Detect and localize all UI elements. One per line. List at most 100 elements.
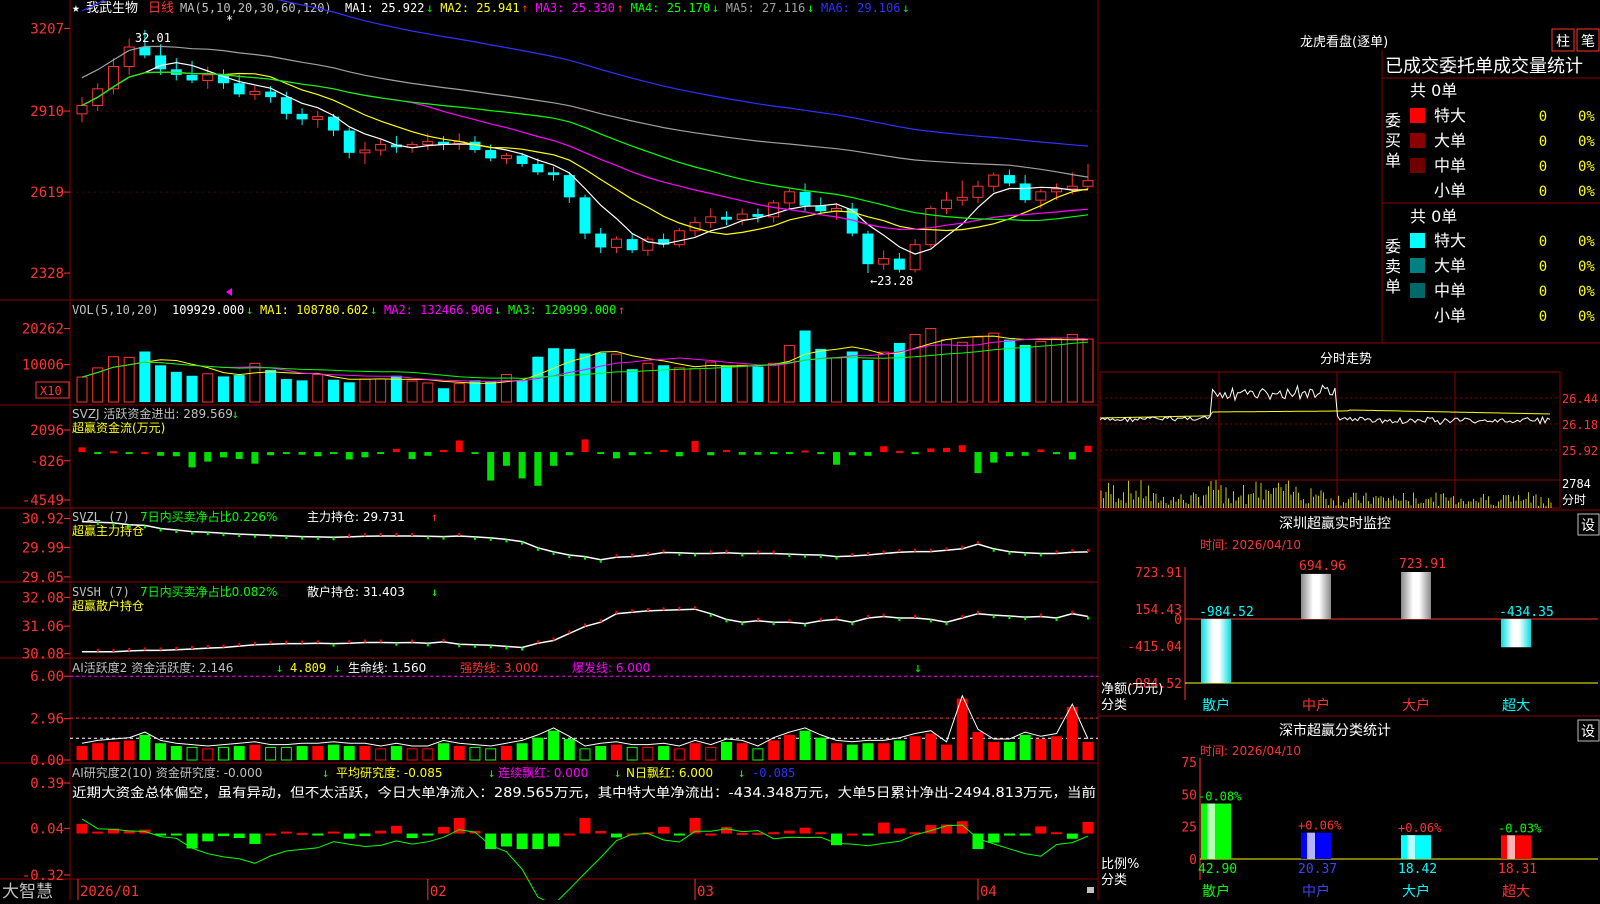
order-size-pct: 0%: [1578, 184, 1595, 200]
activity-bars: [70, 675, 1098, 761]
ma-legend-arrow: ↑: [521, 1, 528, 15]
fenshi-vol: 2784: [1562, 477, 1591, 491]
volume-bar: [595, 352, 607, 402]
y-tick-label: 2328: [30, 266, 64, 282]
fund-flow-bar: [219, 452, 227, 458]
candlesticks: [76, 30, 1094, 274]
svzj-axis: 2096 -826 -4549: [22, 423, 70, 509]
candle-body: [186, 74, 198, 81]
volume-bar: [925, 328, 937, 403]
y-tick-label: 20262: [22, 322, 64, 338]
ss-change: -0.08%: [1198, 790, 1242, 804]
ss-change: -0.03%: [1498, 821, 1542, 835]
activity-bar: [610, 744, 622, 760]
volume-bar: [265, 369, 277, 402]
volume-bar: [1082, 338, 1094, 403]
fund-flow-bar: [1084, 445, 1092, 453]
activity-bar: [92, 743, 104, 760]
candle-body: [595, 233, 607, 248]
vol-legend-arrow: ↓: [494, 303, 501, 317]
research-bar: [988, 833, 1000, 843]
ss-value: 42.90: [1198, 862, 1237, 877]
fund-flow-bar: [644, 452, 652, 455]
ss-change: +0.06%: [1298, 819, 1342, 833]
order-size-count: 0: [1539, 109, 1547, 125]
y-tick-label: 2910: [30, 104, 64, 120]
lock-icon[interactable]: [1087, 887, 1094, 893]
period-label[interactable]: 日线: [148, 1, 174, 16]
research-bar: [375, 830, 387, 834]
fund-flow-bar: [172, 452, 180, 457]
stock-name[interactable]: 我武生物: [86, 1, 138, 16]
ai1-axis: 6.00 2.96 0.00: [30, 669, 70, 769]
fund-flow-bar: [581, 439, 589, 453]
ai2-nhong: N日飘红: 6.000: [626, 765, 713, 780]
candle-body: [548, 172, 560, 176]
research-bar: [233, 833, 245, 839]
order-size-swatch: [1410, 133, 1425, 148]
research-bar: [516, 833, 528, 850]
research-bar: [1082, 821, 1094, 834]
ma-title: MA(5,10,20,30,60,120): [180, 1, 332, 15]
brand-logo[interactable]: 大智慧: [2, 882, 53, 902]
vol-legend-item: MA3: 120999.000: [508, 303, 616, 317]
order-size-swatch: [1410, 308, 1425, 323]
research-bar: [1066, 833, 1078, 839]
ai2-arrow1: ↓: [322, 766, 329, 780]
fund-flow-bar: [675, 452, 683, 457]
ai1-arrow1: ↓: [276, 661, 283, 675]
fund-flow-bar: [1053, 452, 1061, 455]
fund-flow-bar: [235, 452, 243, 459]
research-bar: [1035, 826, 1047, 834]
sz-y-tick: 0: [1174, 613, 1182, 628]
fenshi-title: 分时走势: [1320, 351, 1372, 367]
fund-flow-bar: [550, 452, 558, 466]
fund-flow-bar: [660, 449, 668, 453]
research-bar: [768, 832, 780, 835]
fund-flow-bar: [94, 452, 102, 455]
order-size-count: 0: [1539, 259, 1547, 275]
ss-category: 中户: [1302, 883, 1330, 900]
activity-bar: [186, 746, 198, 761]
hold-line: [82, 608, 1089, 653]
activity-bar: [972, 732, 984, 760]
candle-body: [579, 197, 591, 234]
candle-body: [673, 230, 685, 246]
candle-body: [532, 163, 544, 173]
order-size-pct: 0%: [1578, 234, 1595, 250]
volume-bar: [972, 336, 984, 403]
fenshi-avg-line: [1099, 409, 1551, 419]
fund-flow-bar: [330, 452, 337, 455]
ai2-arrow3: ↓: [614, 766, 621, 780]
fund-flow-bar: [817, 452, 825, 455]
research-bar: [846, 833, 858, 836]
scroll-marker-icon[interactable]: [226, 288, 232, 296]
order-size-swatch: [1410, 283, 1425, 298]
y-tick-label: 0.00: [30, 753, 64, 769]
fund-flow-bar: [78, 447, 86, 453]
order-size-name: 特大: [1434, 106, 1466, 125]
ss-axis-sub: 分类: [1101, 873, 1127, 888]
sz-category: 超大: [1502, 698, 1530, 714]
research-bar: [610, 833, 622, 838]
sz-category: 大户: [1402, 697, 1430, 714]
ss-category: 散户: [1202, 883, 1230, 900]
intraday-chart: 26.44 26.18 25.92 2784 分时: [1099, 371, 1598, 509]
y-tick-label: -826: [30, 454, 64, 470]
ss-category: 超大: [1502, 884, 1530, 900]
candle-body: [878, 258, 890, 265]
stock-terminal: ★ 我武生物 日线 MA(5,10,20,30,60,120) MA1: 25.…: [0, 0, 1600, 904]
main-force-hold-line: [81, 520, 1089, 563]
research-bar: [500, 833, 512, 847]
fund-flow-bar: [597, 452, 605, 455]
svzj-arrow: ↓: [232, 407, 239, 421]
volume-bar: [610, 353, 622, 403]
research-bar: [328, 831, 339, 834]
vol-legend-arrow: ↓: [370, 303, 377, 317]
fund-flow-bar: [722, 449, 730, 453]
svzl-arrow: ↑: [431, 510, 438, 524]
ma-legend-arrow: ↑: [617, 1, 624, 15]
fund-flow-bar: [927, 448, 935, 453]
research-bar: [579, 817, 591, 834]
volume-bar: [658, 365, 670, 402]
